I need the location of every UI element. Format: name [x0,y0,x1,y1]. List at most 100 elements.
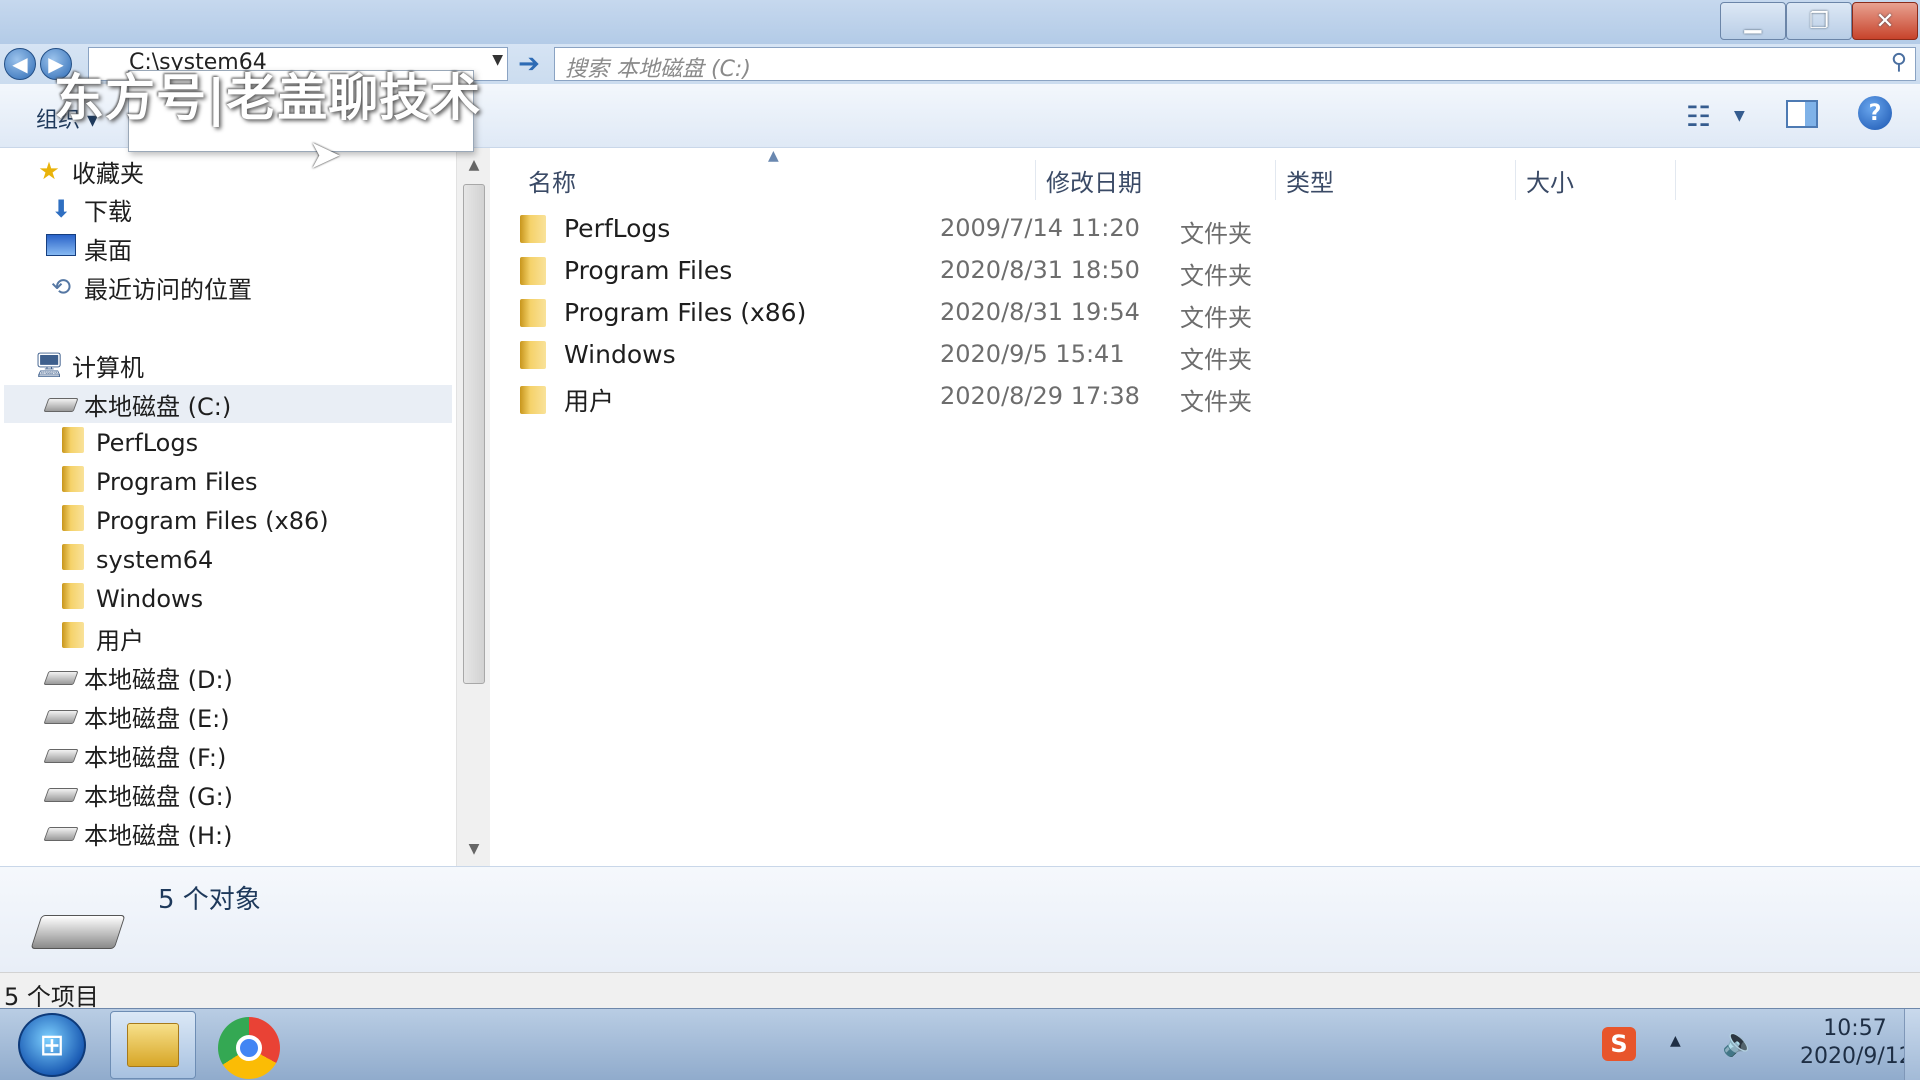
nav-drive-d[interactable]: 本地磁盘 (D:) [43,658,233,696]
nav-label: 本地磁盘 (G:) [84,782,234,811]
file-row[interactable]: PerfLogs 2009/7/14 11:20 文件夹 [520,210,1920,250]
mouse-cursor-icon: ➤ [308,132,342,178]
minimize-button[interactable]: ▁ [1720,2,1786,40]
help-icon[interactable]: ? [1858,96,1892,130]
folder-icon [520,214,546,243]
folder-icon [58,622,88,654]
file-row[interactable]: 用户 2020/8/29 17:38 文件夹 [520,378,1920,418]
system-drive-icon [43,390,79,418]
scroll-down-icon[interactable]: ▼ [457,832,491,866]
address-dropdown-icon[interactable]: ▼ [492,52,503,68]
item-count: 5 个项目 [4,983,99,1011]
file-date: 2020/8/29 17:38 [940,382,1140,410]
folder-icon [58,427,88,459]
nav-label: Program Files [96,468,258,496]
taskbar-explorer[interactable] [110,1011,196,1079]
file-type: 文件夹 [1180,262,1252,290]
start-button[interactable]: ⊞ [18,1013,86,1077]
nav-folder-program-files-x86[interactable]: Program Files (x86) [58,502,329,540]
view-options-icon[interactable]: ☷ [1686,100,1711,133]
nav-folder-program-files[interactable]: Program Files [58,463,258,501]
column-header-date[interactable]: 修改日期 [1036,160,1276,200]
nav-drive-f[interactable]: 本地磁盘 (F:) [43,736,227,774]
nav-recent-places[interactable]: ⟲ 最近访问的位置 [46,268,252,306]
folder-icon [520,298,546,327]
nav-label: 本地磁盘 (C:) [84,392,232,421]
folder-icon [58,544,88,576]
hard-drive-icon [43,741,79,769]
show-hidden-icons[interactable]: ▲ [1670,1033,1681,1049]
back-arrow-icon: ◀ [12,52,28,76]
nav-downloads[interactable]: ⬇ 下载 [46,190,132,228]
drive-icon [30,915,126,949]
object-count: 5 个对象 [158,885,261,915]
column-header-size[interactable]: 大小 [1516,160,1676,200]
status-bar: 5 个项目 [0,972,1920,1011]
go-button[interactable]: ➔ [512,47,546,81]
column-label: 类型 [1286,168,1334,197]
nav-drive-e[interactable]: 本地磁盘 (E:) [43,697,230,735]
nav-label: 桌面 [84,236,132,265]
nav-desktop[interactable]: 桌面 [46,229,132,267]
view-dropdown-icon[interactable]: ▼ [1734,108,1745,124]
nav-folder-system64[interactable]: system64 [58,541,213,579]
taskbar-chrome[interactable] [218,1017,280,1079]
nav-drive-g[interactable]: 本地磁盘 (G:) [43,775,234,813]
nav-label: 用户 [96,626,144,655]
file-row[interactable]: Program Files (x86) 2020/8/31 19:54 文件夹 [520,294,1920,334]
column-label: 大小 [1526,168,1574,197]
sogou-ime-icon[interactable]: S [1602,1027,1636,1061]
star-icon: ★ [38,157,60,185]
volume-icon[interactable]: 🔈 [1722,1025,1757,1058]
column-header-type[interactable]: 类型 [1276,160,1516,200]
nav-favorites[interactable]: ★ 收藏夹 [34,152,144,190]
nav-folder-perflogs[interactable]: PerfLogs [58,424,198,462]
nav-drive-h[interactable]: 本地磁盘 (H:) [43,814,233,852]
nav-folder-users[interactable]: 用户 [58,619,144,657]
preview-pane-icon[interactable] [1786,100,1818,128]
nav-computer[interactable]: 🖥 计算机 [34,346,144,384]
watermark: 东方号|老盖聊技术 [54,69,482,127]
system-clock[interactable]: 10:57 2020/9/12 [1800,1015,1913,1071]
nav-label: 本地磁盘 (H:) [84,821,233,850]
clock-date: 2020/9/12 [1800,1044,1913,1069]
nav-label: system64 [96,546,214,574]
close-button[interactable]: ✕ [1852,2,1918,40]
file-type: 文件夹 [1180,388,1252,416]
file-row[interactable]: Program Files 2020/8/31 18:50 文件夹 [520,252,1920,292]
nav-label: Windows [96,585,204,613]
file-row[interactable]: Windows 2020/9/5 15:41 文件夹 [520,336,1920,376]
folder-icon [58,505,88,537]
file-type: 文件夹 [1180,346,1252,374]
title-bar: ▁ ❐ ✕ [0,0,1920,44]
windows-logo-icon: ⊞ [39,1027,65,1063]
file-name: Program Files [564,256,733,285]
nav-label: 本地磁盘 (E:) [84,704,230,733]
folder-icon [520,340,546,369]
nav-label: 计算机 [72,353,144,382]
scroll-thumb[interactable] [463,184,485,684]
search-icon[interactable]: ⚲ [1891,50,1907,75]
show-desktop-button[interactable] [1904,1009,1920,1080]
computer-icon: 🖥 [34,351,65,379]
nav-folder-windows[interactable]: Windows [58,580,203,618]
file-type: 文件夹 [1180,304,1252,332]
nav-drive-c[interactable]: 本地磁盘 (C:) [4,385,452,423]
hard-drive-icon [43,819,79,847]
search-input[interactable]: 搜索 本地磁盘 (C:) ⚲ [554,47,1916,82]
clock-time: 10:57 [1823,1016,1887,1041]
column-header-name[interactable]: 名称 [490,160,1036,200]
nav-label: 最近访问的位置 [84,275,252,304]
hard-drive-icon [43,780,79,808]
minimize-icon: ▁ [1744,8,1762,34]
scroll-up-icon[interactable]: ▲ [457,148,491,182]
restore-icon: ❐ [1809,8,1829,34]
nav-label: 本地磁盘 (F:) [84,743,227,772]
hard-drive-icon [43,663,79,691]
folder-icon [58,583,88,615]
file-list: ▲ 名称 修改日期 类型 大小 PerfLogs 2009/7/14 11:20… [490,148,1920,866]
folder-icon [520,256,546,285]
nav-scrollbar[interactable]: ▲ ▼ [456,148,490,866]
back-button[interactable]: ◀ [4,48,36,80]
restore-button[interactable]: ❐ [1786,2,1852,40]
